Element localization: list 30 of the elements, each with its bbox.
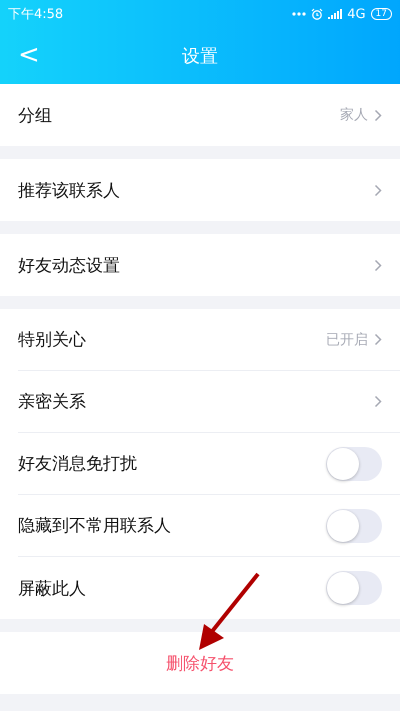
row-label: 分组 <box>18 104 53 126</box>
network-label: 4G <box>347 6 366 22</box>
row-value: 家人 <box>340 106 368 124</box>
settings-row[interactable]: 特别关心 已开启 <box>18 309 400 371</box>
toggle-switch[interactable] <box>326 446 382 480</box>
status-time: 下午4:58 <box>8 6 64 23</box>
chevron-icon <box>374 395 382 408</box>
toggle-switch[interactable] <box>326 508 382 542</box>
row-label: 屏蔽此人 <box>18 578 87 600</box>
row-label: 隐藏到不常用联系人 <box>18 515 172 537</box>
settings-row[interactable]: 隐藏到不常用联系人 <box>18 495 400 557</box>
chevron-icon <box>374 258 382 272</box>
settings-row[interactable]: 亲密关系 <box>18 371 400 433</box>
row-label: 特别关心 <box>18 329 87 351</box>
chevron-icon <box>374 108 382 122</box>
signal-icon <box>328 9 342 19</box>
row-label: 亲密关系 <box>18 391 87 413</box>
row-value: 已开启 <box>326 330 368 348</box>
page-title: 设置 <box>182 45 218 68</box>
chevron-icon <box>374 333 382 346</box>
chevron-icon <box>374 184 382 196</box>
more-icon <box>292 12 306 16</box>
toggle-switch[interactable] <box>326 571 382 605</box>
settings-row[interactable]: 好友消息免打扰 <box>18 433 400 495</box>
row-label: 好友消息免打扰 <box>18 453 138 475</box>
row-label: 推荐该联系人 <box>18 180 121 202</box>
row-label: 好友动态设置 <box>18 254 121 276</box>
alarm-icon <box>311 8 324 20</box>
settings-row[interactable]: 屏蔽此人 <box>18 557 400 619</box>
battery-icon: 17 <box>370 8 392 20</box>
